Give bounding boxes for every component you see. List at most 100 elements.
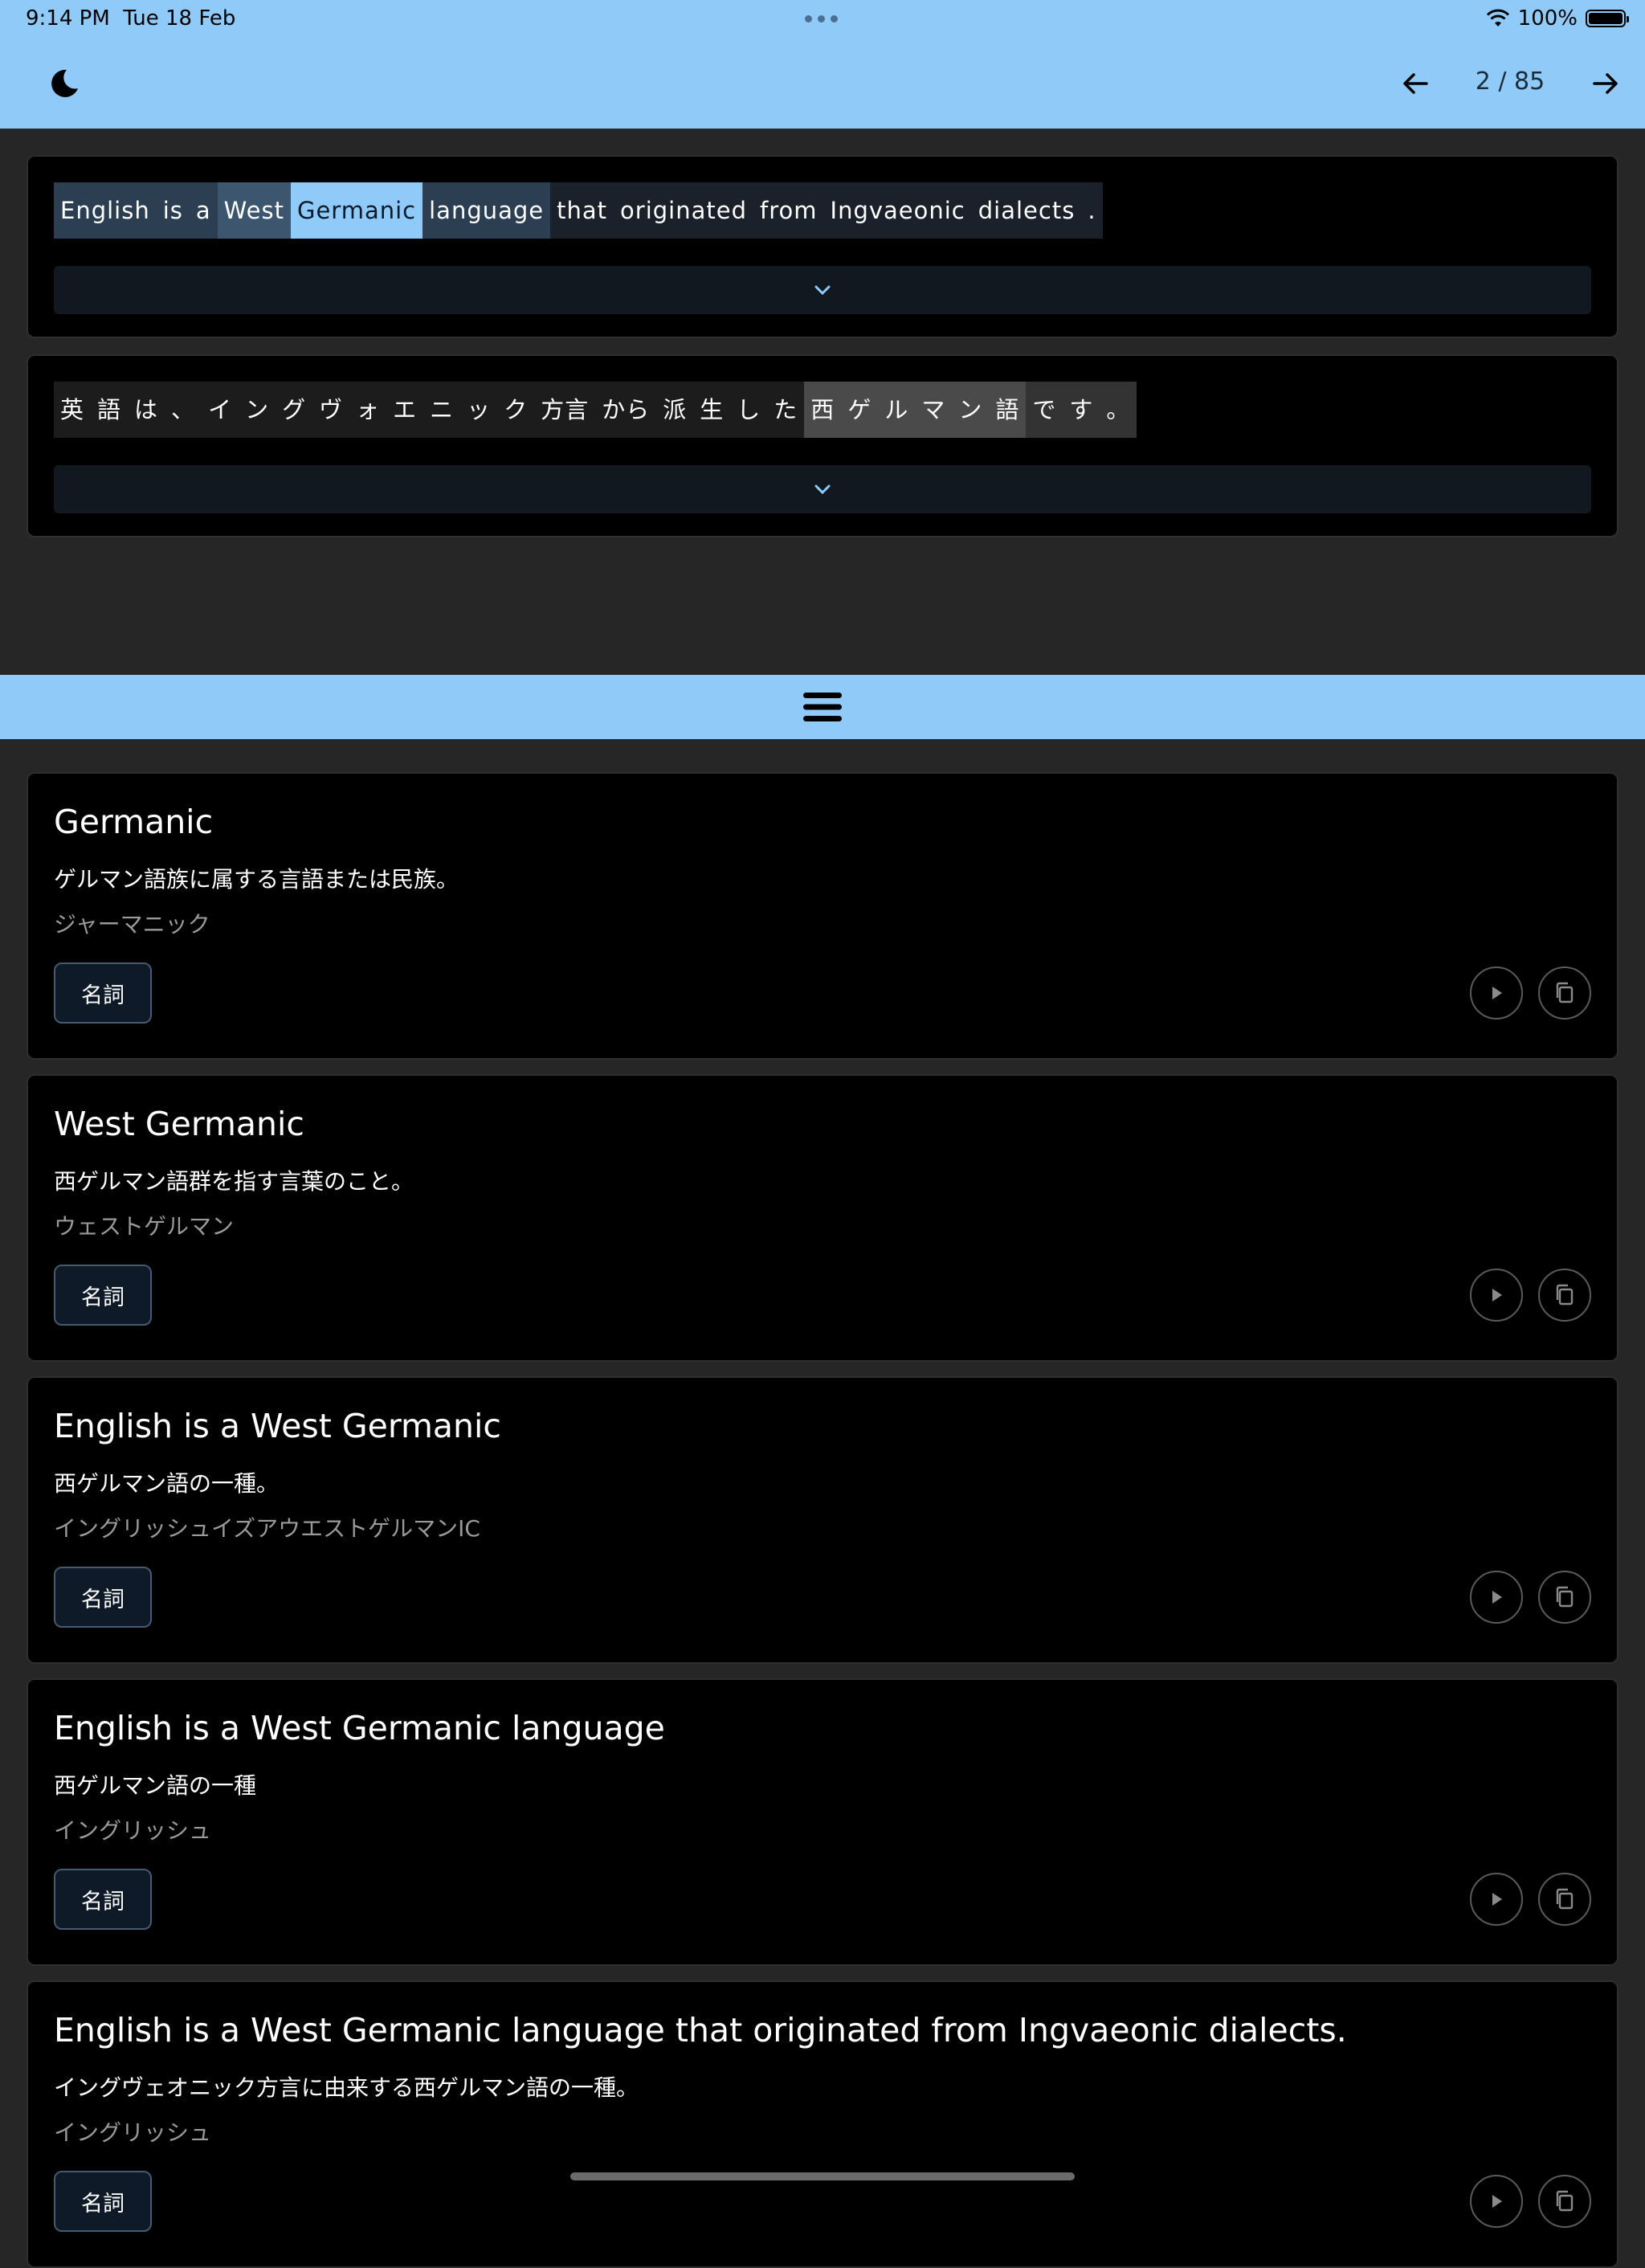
part-of-speech-chip[interactable]: 名詞 [54, 1869, 152, 1930]
sentence-token[interactable]: ン [952, 382, 990, 438]
sentence-token[interactable]: English [54, 182, 157, 239]
entry-meaning: 西ゲルマン語の一種 [54, 1772, 257, 1799]
home-indicator[interactable] [570, 2172, 1075, 2180]
sentence-token[interactable]: で [1026, 382, 1063, 438]
sentence-token[interactable]: Germanic [290, 182, 423, 239]
sentence-token[interactable]: is [156, 182, 190, 239]
entry-card[interactable]: English is a West Germanic language 西ゲルマン… [27, 1678, 1618, 1966]
entry-title: English is a West Germanic language [54, 1709, 665, 1747]
sentence-token[interactable]: 派 [656, 382, 694, 438]
sentence-token[interactable]: from [753, 182, 824, 239]
play-audio-button[interactable] [1470, 2175, 1523, 2228]
part-of-speech-chip[interactable]: 名詞 [54, 1567, 152, 1628]
copy-icon [1556, 982, 1574, 1003]
part-of-speech-chip[interactable]: 名詞 [54, 1265, 152, 1326]
multitasking-dots-icon[interactable] [805, 15, 838, 22]
entry-card[interactable]: Germanic ゲルマン語族に属する言語または民族。 ジャーマニック 名詞 [27, 772, 1618, 1060]
sentence-token[interactable]: イ [202, 382, 239, 438]
entry-card[interactable]: West Germanic 西ゲルマン語群を指す言葉のこと。 ウェストゲルマン名詞 [27, 1074, 1618, 1362]
sentence-token[interactable]: 語 [989, 382, 1027, 438]
source-token-row: English is a West Germanic language that origin… [54, 182, 1103, 239]
sentence-token[interactable]: エ [386, 382, 424, 438]
entry-meaning: 西ゲルマン語の一種。 [54, 1470, 280, 1497]
entry-meaning: ゲルマン語族に属する言語または民族。 [54, 866, 459, 893]
source-expand-button[interactable] [54, 266, 1591, 314]
play-icon [1492, 987, 1502, 999]
page-counter: 2 / 85 [1475, 67, 1545, 96]
copy-icon [1556, 1586, 1574, 1608]
previous-button[interactable] [1393, 61, 1438, 106]
chevron-down-icon [814, 285, 831, 296]
arrow-left-icon [1403, 73, 1428, 94]
menu-handle-icon [803, 693, 842, 721]
sentence-token[interactable]: . [1081, 182, 1103, 239]
copy-button[interactable] [1538, 1571, 1591, 1624]
wifi-icon [1486, 9, 1509, 27]
sentence-token[interactable]: ッ [460, 382, 498, 438]
sentence-token[interactable]: 生 [693, 382, 731, 438]
battery-percent: 100% [1517, 6, 1578, 31]
play-icon [1492, 1591, 1502, 1604]
sentence-token[interactable]: は [128, 382, 165, 438]
dark-mode-toggle[interactable] [42, 61, 87, 106]
copy-icon [1556, 2190, 1574, 2212]
play-audio-button[interactable] [1470, 1269, 1523, 1322]
status-bar: 9:14 PM Tue 18 Feb 100% [0, 0, 1645, 39]
entry-reading: ジャーマニック [54, 911, 210, 938]
copy-button[interactable] [1538, 1873, 1591, 1926]
sentence-token[interactable]: originated [614, 182, 754, 239]
chevron-down-icon [814, 484, 831, 495]
resize-divider[interactable] [0, 675, 1645, 739]
sentence-token[interactable]: 語 [91, 382, 129, 438]
sentence-token[interactable]: a [189, 182, 218, 239]
sentence-token[interactable]: ゲ [841, 382, 879, 438]
entry-meaning: 西ゲルマン語群を指す言葉のこと。 [54, 1168, 414, 1195]
sentence-token[interactable]: 、 [165, 382, 202, 438]
copy-icon [1556, 1284, 1574, 1306]
sentence-token[interactable]: ヴ [312, 382, 350, 438]
copy-button[interactable] [1538, 2175, 1591, 2228]
sentence-token[interactable]: す [1063, 382, 1100, 438]
play-audio-button[interactable] [1470, 1873, 1523, 1926]
copy-icon [1556, 1888, 1574, 1910]
status-time: 9:14 PM Tue 18 Feb [26, 6, 235, 31]
sentence-token[interactable]: グ [276, 382, 313, 438]
sentence-token[interactable]: that [550, 182, 614, 239]
sentence-token[interactable]: ク [497, 382, 535, 438]
target-token-row: 英語は、イングヴォエニック方言 から派生した西ゲルマン語です。 [54, 382, 1137, 438]
sentence-token[interactable]: ン [239, 382, 276, 438]
sentence-token[interactable]: た [767, 382, 805, 438]
entry-title: West Germanic [54, 1105, 304, 1143]
sentence-token[interactable]: マ [915, 382, 953, 438]
entry-card[interactable]: English is a West Germanic language that… [27, 1980, 1618, 2268]
sentence-token[interactable]: し [730, 382, 768, 438]
part-of-speech-chip[interactable]: 名詞 [54, 2171, 152, 2232]
sentence-token[interactable]: Ingvaeonic [823, 182, 972, 239]
play-audio-button[interactable] [1470, 966, 1523, 1020]
sentence-token[interactable]: 。 [1100, 382, 1137, 438]
sentence-token[interactable]: dialects [971, 182, 1082, 239]
entry-reading: イングリッシュ [54, 1817, 212, 1844]
sentence-token[interactable]: ニ [423, 382, 461, 438]
play-audio-button[interactable] [1470, 1571, 1523, 1624]
sentence-token[interactable]: 西 [804, 382, 842, 438]
sentence-token[interactable]: から [595, 382, 657, 438]
sentence-token[interactable]: 英 [54, 382, 92, 438]
copy-button[interactable] [1538, 966, 1591, 1020]
status-clock: 9:14 PM [26, 6, 110, 31]
sentence-token[interactable]: 方言 [534, 382, 596, 438]
play-icon [1492, 1893, 1502, 1906]
entry-card[interactable]: English is a West Germanic 西ゲルマン語の一種。 イングリ… [27, 1376, 1618, 1664]
source-sentence-panel: English is a West Germanic language that origin… [27, 155, 1618, 338]
sentence-token[interactable]: West [217, 182, 291, 239]
target-expand-button[interactable] [54, 465, 1591, 513]
part-of-speech-chip[interactable]: 名詞 [54, 962, 152, 1024]
sentence-token[interactable]: ル [878, 382, 916, 438]
sentence-token[interactable]: ォ [349, 382, 387, 438]
next-button[interactable] [1583, 61, 1628, 106]
target-sentence-panel: 英語は、イングヴォエニック方言 から派生した西ゲルマン語です。 [27, 354, 1618, 537]
copy-button[interactable] [1538, 1269, 1591, 1322]
sentence-token[interactable]: language [422, 182, 551, 239]
entry-reading: ウェストゲルマン [54, 1213, 235, 1240]
entry-reading: イングリッシュ [54, 2119, 212, 2146]
